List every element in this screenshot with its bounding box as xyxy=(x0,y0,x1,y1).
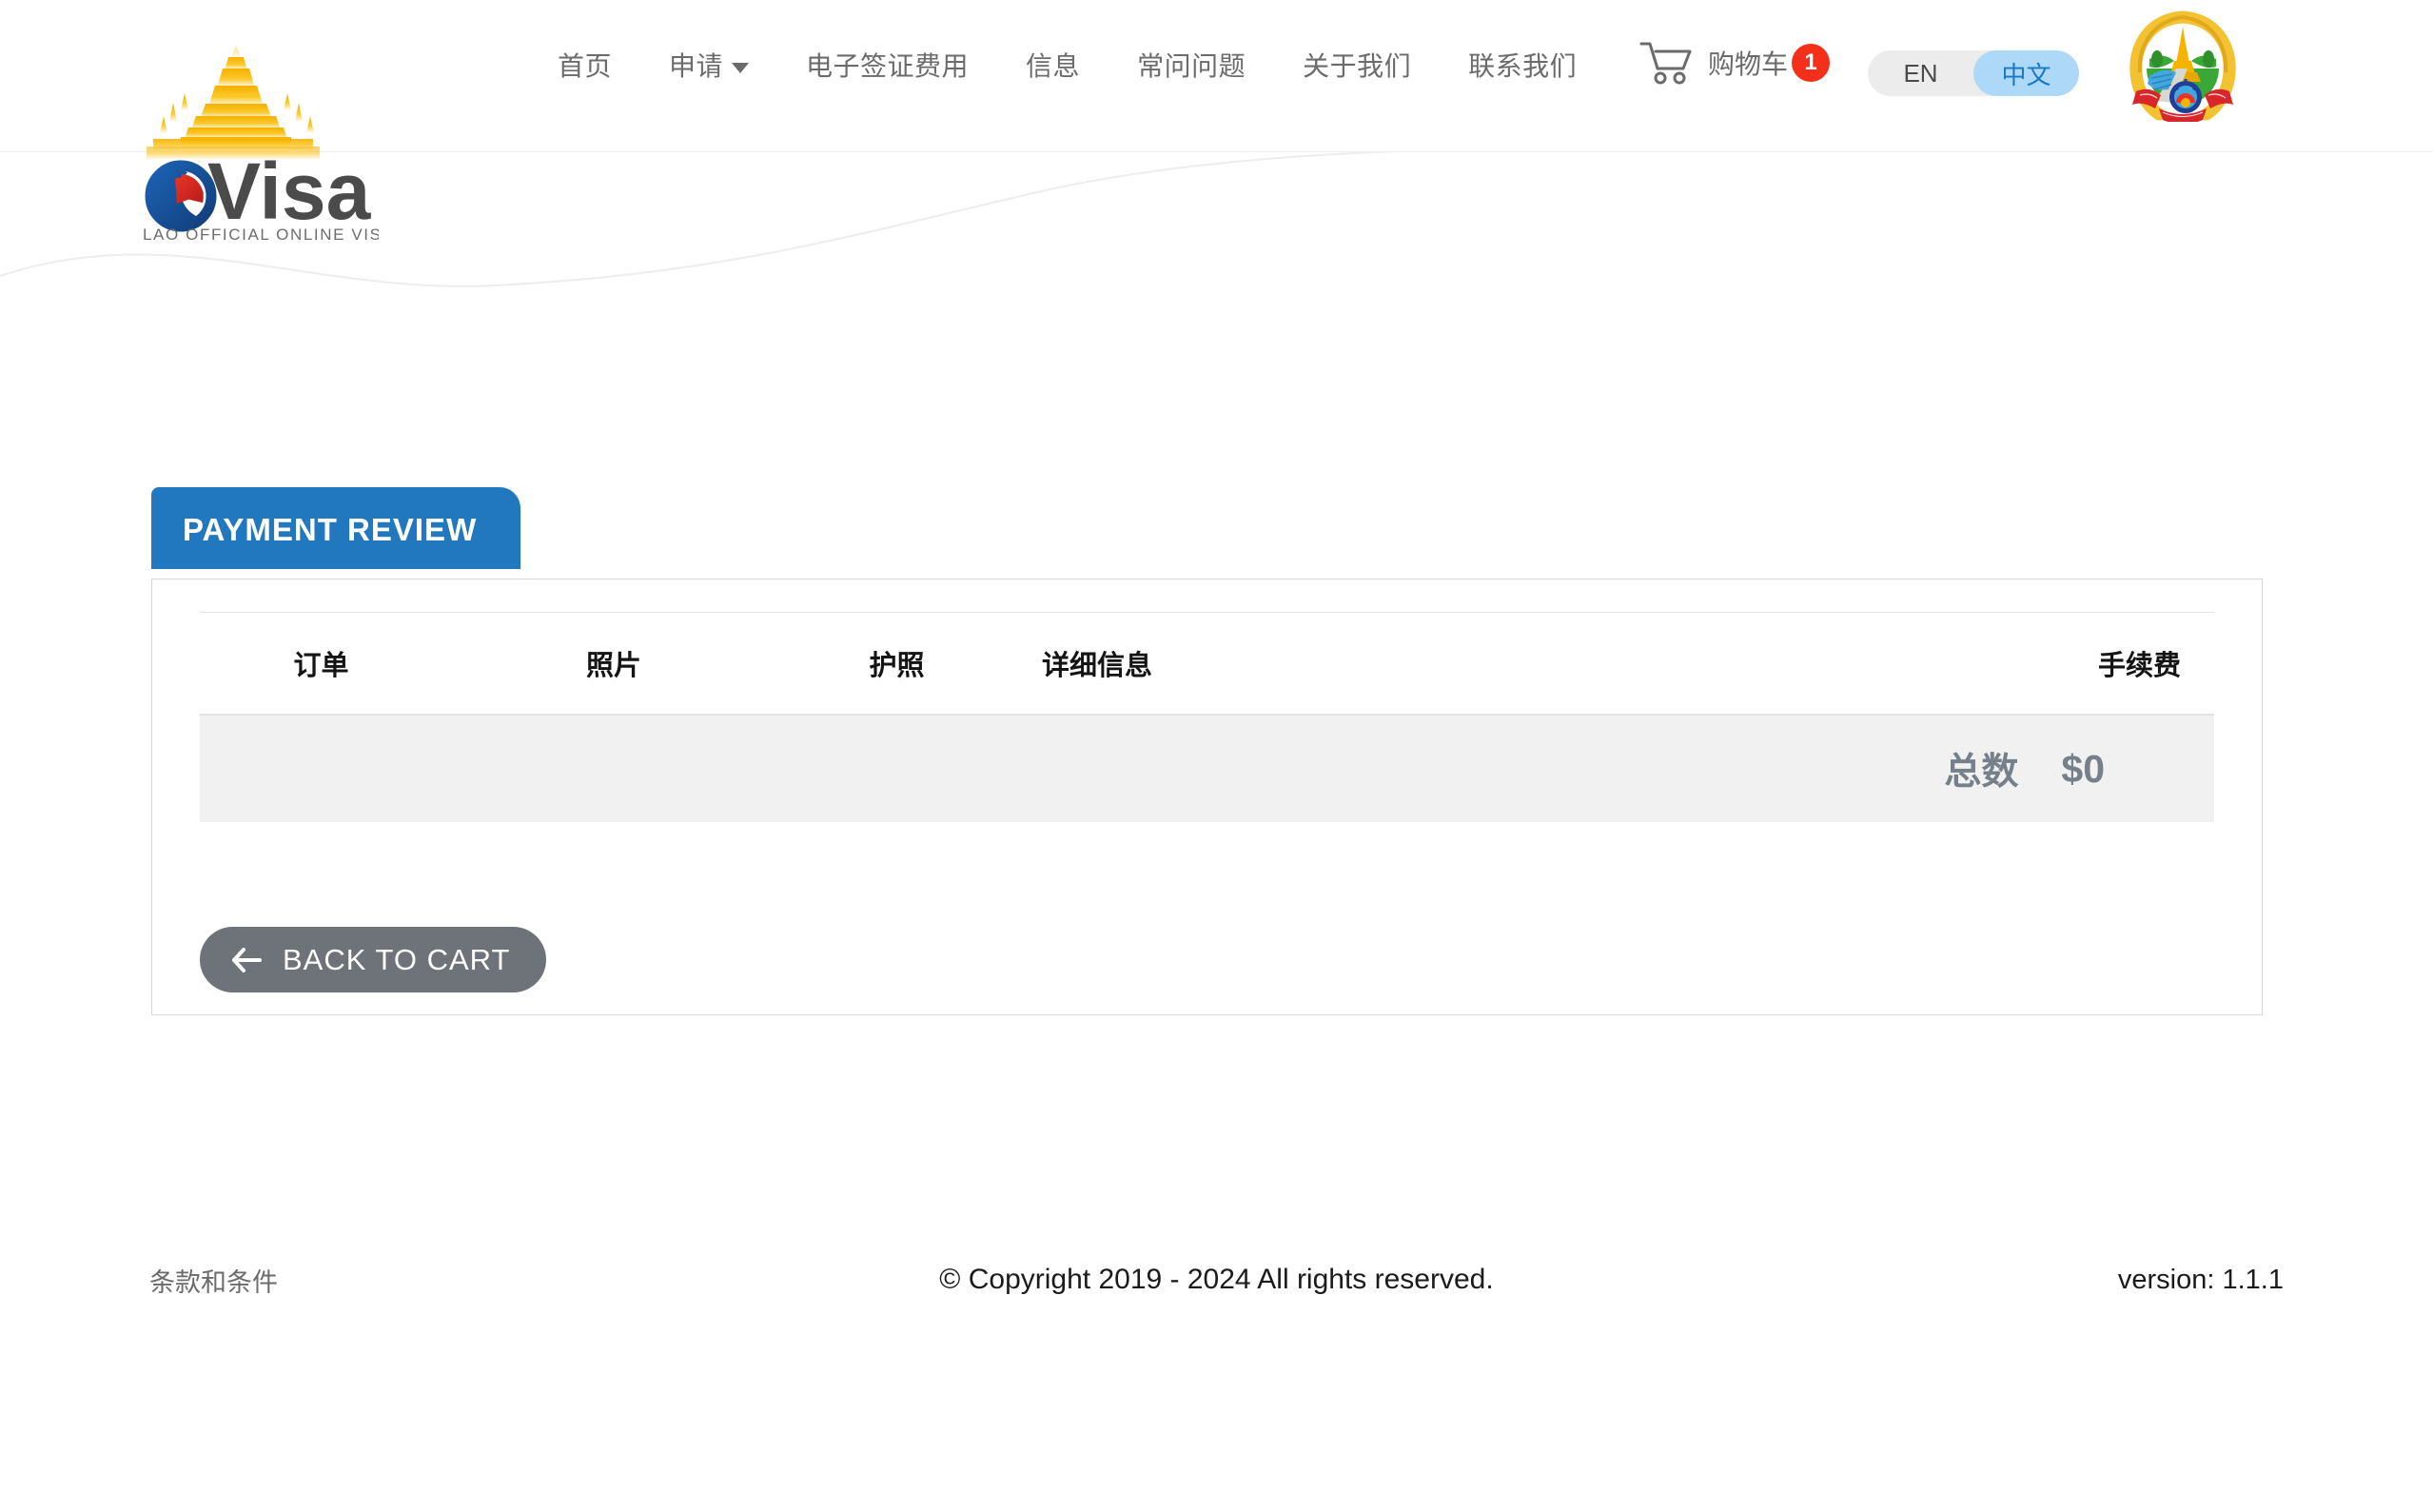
table-header-row: 订单 照片 护照 详细信息 手续费 xyxy=(200,612,2214,715)
nav-item-label: 申请 xyxy=(669,51,724,81)
total-label: 总数 xyxy=(1944,752,2019,793)
nav-item-label: 首页 xyxy=(558,51,613,81)
column-header-fee: 手续费 xyxy=(2097,651,2181,681)
nav-item-home[interactable]: 首页 xyxy=(529,46,640,84)
site-header: Visa LAO OFFICIAL ONLINE VISA 首页 申请 电子签证… xyxy=(0,0,2433,244)
column-header-passport: 护照 xyxy=(869,651,925,681)
language-option-zh[interactable]: 中文 xyxy=(1973,50,2079,96)
version-text: version: 1.1.1 xyxy=(2117,1264,2284,1295)
table-total-row: 总数 $0 xyxy=(200,715,2214,822)
arrow-left-icon xyxy=(232,947,262,972)
nav-item-contact-us[interactable]: 联系我们 xyxy=(1440,46,1605,84)
column-header-details: 详细信息 xyxy=(1042,651,1153,681)
evisa-logo-graphic: Visa LAO OFFICIAL ONLINE VISA xyxy=(143,11,379,244)
site-footer: 条款和条件 © Copyright 2019 - 2024 All rights… xyxy=(0,1247,2433,1313)
nav-item-label: 关于我们 xyxy=(1303,51,1412,81)
cart-count-badge: 1 xyxy=(1792,44,1831,82)
main-navigation: 首页 申请 电子签证费用 信息 常问问题 关于我们 联系我们 xyxy=(529,46,1605,84)
total-value: $0 xyxy=(2061,746,2105,791)
svg-text:LAO OFFICIAL ONLINE VISA: LAO OFFICIAL ONLINE VISA xyxy=(143,226,379,244)
payment-review-table: 订单 照片 护照 详细信息 手续费 总数 $0 xyxy=(152,612,2262,822)
nav-item-label: 联系我们 xyxy=(1468,51,1578,81)
lao-emblem-graphic xyxy=(2129,10,2236,125)
tab-payment-review[interactable]: PAYMENT REVIEW xyxy=(151,487,521,569)
back-to-cart-label: BACK TO CART xyxy=(283,942,511,976)
nav-item-label: 电子签证费用 xyxy=(806,51,970,81)
nav-item-evisa-fees[interactable]: 电子签证费用 xyxy=(777,46,997,84)
language-toggle[interactable]: EN 中文 xyxy=(1868,50,2079,96)
shopping-cart-icon xyxy=(1639,42,1692,85)
copyright-text: © Copyright 2019 - 2024 All rights reser… xyxy=(939,1264,1494,1295)
nav-item-information[interactable]: 信息 xyxy=(997,46,1109,84)
nav-item-about-us[interactable]: 关于我们 xyxy=(1274,46,1440,84)
language-option-en[interactable]: EN xyxy=(1868,50,1973,96)
nav-item-apply[interactable]: 申请 xyxy=(640,46,777,84)
svg-text:Visa: Visa xyxy=(207,147,372,236)
cart-button[interactable]: 购物车 1 xyxy=(1639,40,1831,86)
cart-label: 购物车 xyxy=(1708,49,1789,79)
column-header-photo: 照片 xyxy=(585,651,641,681)
evisa-logo[interactable]: Visa LAO OFFICIAL ONLINE VISA xyxy=(122,8,379,245)
payment-review-card: 订单 照片 护照 详细信息 手续费 总数 $0 BACK TO CART xyxy=(151,579,2263,1015)
lao-national-emblem xyxy=(2127,10,2239,125)
column-header-order: 订单 xyxy=(293,651,349,681)
nav-item-label: 信息 xyxy=(1026,51,1081,81)
nav-item-faq[interactable]: 常问问题 xyxy=(1109,46,1274,84)
nav-item-label: 常问问题 xyxy=(1137,51,1246,81)
back-to-cart-button[interactable]: BACK TO CART xyxy=(200,927,547,992)
chevron-down-icon xyxy=(732,62,750,73)
